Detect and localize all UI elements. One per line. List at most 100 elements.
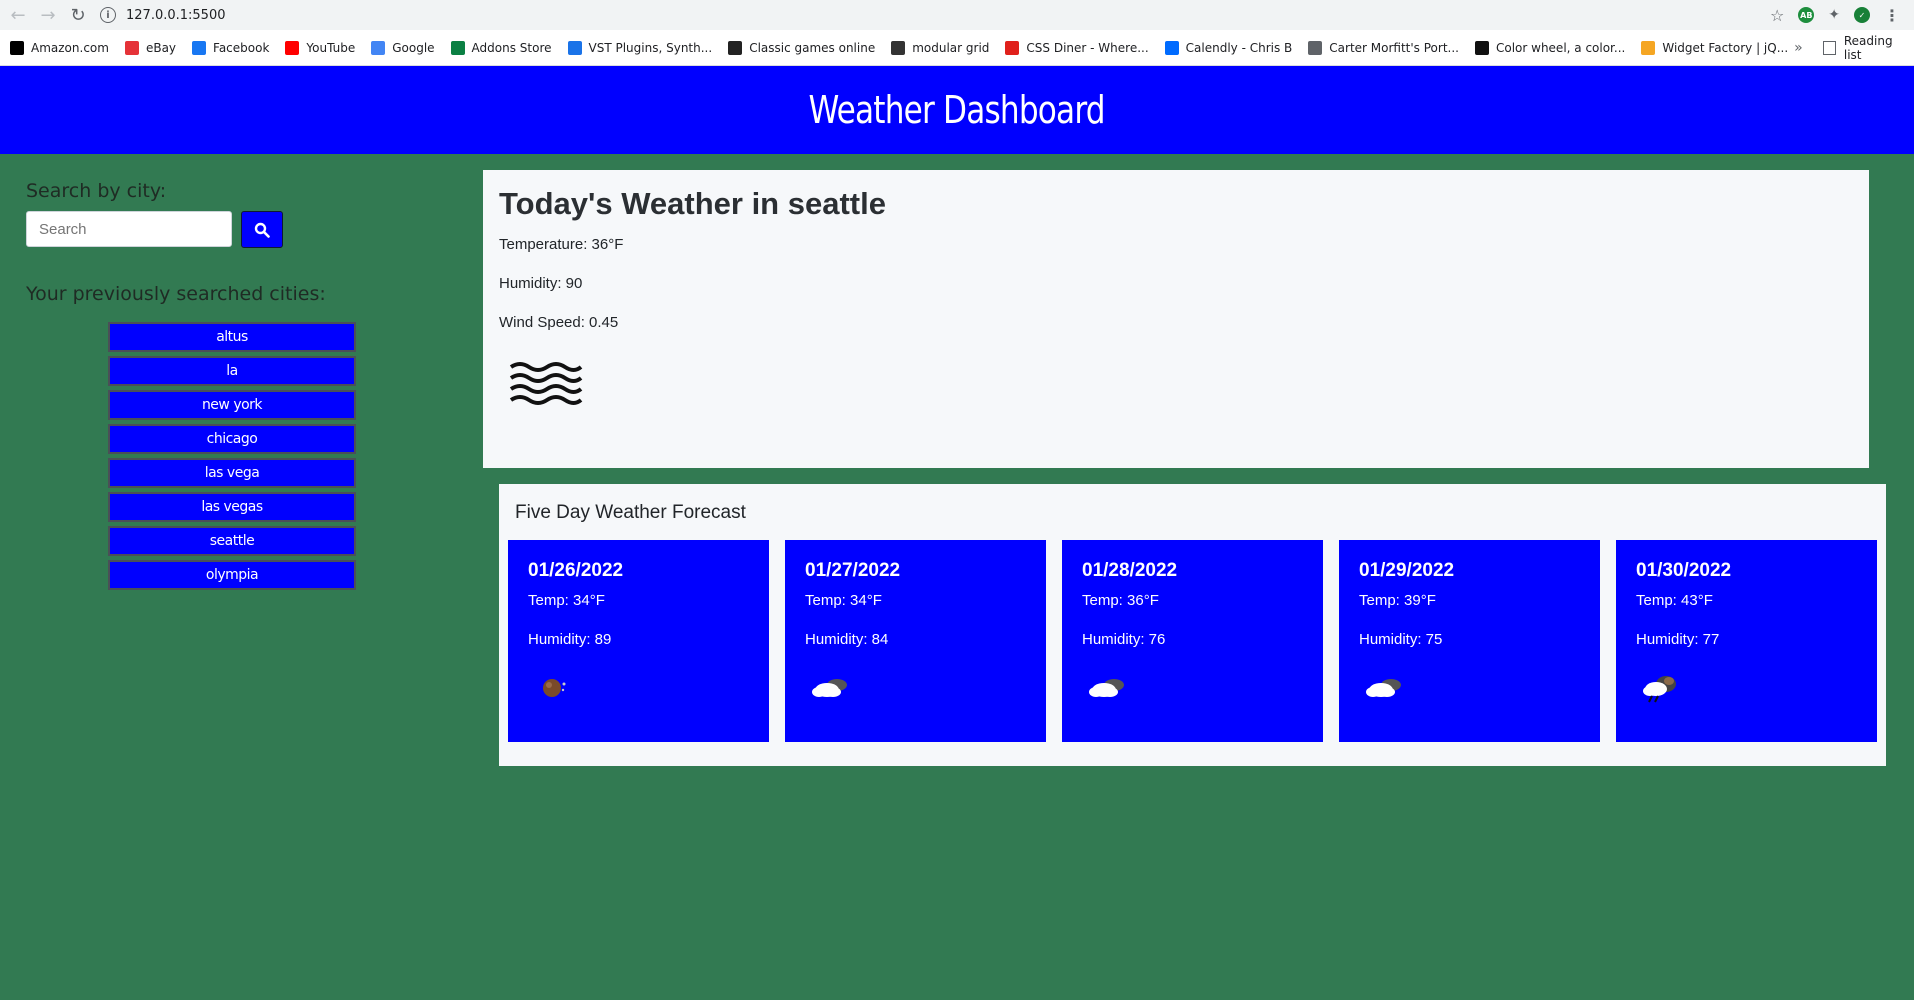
forecast-date: 01/27/2022 xyxy=(805,560,901,581)
city-history-button[interactable]: chicago xyxy=(108,424,356,454)
current-temperature: Temperature: 36°F xyxy=(499,236,624,253)
forecast-humidity: Humidity: 76 xyxy=(1082,631,1166,648)
city-history-list: altus la new york chicago las vega las vegas s… xyxy=(108,322,356,594)
search-label: Search by city: xyxy=(26,180,167,202)
site-info-icon[interactable]: i xyxy=(100,7,116,23)
bookmark-label: Classic games online xyxy=(749,40,876,55)
address-bar[interactable]: i 127.0.0.1:5500 xyxy=(100,3,1770,27)
back-arrow-icon[interactable]: ← xyxy=(6,3,30,27)
search-button[interactable] xyxy=(241,211,283,248)
bookmark-item[interactable]: Color wheel, a color... xyxy=(1474,40,1626,55)
url-text: 127.0.0.1:5500 xyxy=(126,7,226,23)
city-history-button[interactable]: seattle xyxy=(108,526,356,556)
bookmark-label: modular grid xyxy=(912,40,990,55)
bookmark-label: Carter Morfitt's Port... xyxy=(1329,40,1459,55)
forecast-card: 01/27/2022 Temp: 34°F Humidity: 84 xyxy=(785,540,1046,742)
bookmark-label: Google xyxy=(392,40,435,55)
reload-icon[interactable]: ↻ xyxy=(66,3,90,27)
forecast-temp: Temp: 39°F xyxy=(1359,592,1436,609)
bookmark-star-icon[interactable]: ☆ xyxy=(1770,6,1784,25)
bookmark-label: eBay xyxy=(145,40,177,55)
chrome-menu-icon[interactable]: ⋮ xyxy=(1884,6,1900,25)
bookmark-item[interactable]: YouTube xyxy=(285,40,356,55)
bookmark-item[interactable]: Calendly - Chris B xyxy=(1164,40,1293,55)
bookmark-item[interactable]: Facebook xyxy=(192,40,270,55)
city-history-button[interactable]: olympia xyxy=(108,560,356,590)
extensions-puzzle-icon[interactable]: ✦ xyxy=(1828,7,1840,23)
night-clear-icon xyxy=(528,666,584,706)
amazon-icon xyxy=(10,40,24,55)
globe-icon xyxy=(1308,40,1323,55)
forecast-temp: Temp: 34°F xyxy=(805,592,882,609)
facebook-icon xyxy=(192,40,207,55)
bookmark-item[interactable]: Carter Morfitt's Port... xyxy=(1308,40,1459,55)
city-history-button[interactable]: la xyxy=(108,356,356,386)
search-icon xyxy=(254,222,270,238)
bookmark-item[interactable]: Amazon.com xyxy=(10,40,109,55)
broken-clouds-icon xyxy=(1359,666,1415,706)
bookmark-label: Widget Factory | jQ... xyxy=(1662,40,1789,55)
bookmark-label: Facebook xyxy=(213,40,270,55)
bookmark-item[interactable]: Widget Factory | jQ... xyxy=(1641,40,1789,55)
forecast-card: 01/28/2022 Temp: 36°F Humidity: 76 xyxy=(1062,540,1323,742)
page-header: Weather Dashboard xyxy=(0,66,1914,154)
bookmark-item[interactable]: VST Plugins, Synth... xyxy=(567,40,712,55)
city-history-button[interactable]: las vegas xyxy=(108,492,356,522)
bookmarks-overflow-icon[interactable]: » xyxy=(1794,40,1803,56)
current-humidity: Humidity: 90 xyxy=(499,275,583,292)
forecast-temp: Temp: 34°F xyxy=(528,592,605,609)
forecast-humidity: Humidity: 84 xyxy=(805,631,889,648)
forecast-date: 01/28/2022 xyxy=(1082,560,1178,581)
extension-shield-icon[interactable]: ✓ xyxy=(1854,7,1871,23)
forecast-date: 01/26/2022 xyxy=(528,560,624,581)
broken-clouds-icon xyxy=(805,666,861,706)
city-history-button[interactable]: altus xyxy=(108,322,356,352)
extension-ab-icon[interactable]: AB xyxy=(1798,7,1815,23)
forward-arrow-icon[interactable]: → xyxy=(36,3,60,27)
search-input[interactable] xyxy=(26,211,232,247)
forecast-humidity: Humidity: 77 xyxy=(1636,631,1720,648)
youtube-icon xyxy=(285,40,300,55)
calendly-icon xyxy=(1164,40,1179,55)
bookmark-item[interactable]: Addons Store xyxy=(450,40,552,55)
forecast-date: 01/30/2022 xyxy=(1636,560,1732,581)
bookmark-item[interactable]: eBay xyxy=(124,40,177,55)
modulargrid-icon xyxy=(891,40,906,55)
forecast-cards: 01/26/2022 Temp: 34°F Humidity: 89 01/27/20… xyxy=(508,540,1877,742)
bookmark-item[interactable]: modular grid xyxy=(891,40,990,55)
cssdiner-icon xyxy=(1005,40,1020,55)
city-history-button[interactable]: new york xyxy=(108,390,356,420)
forecast-card: 01/30/2022 Temp: 43°F Humidity: 77 xyxy=(1616,540,1877,742)
bookmark-label: Calendly - Chris B xyxy=(1185,40,1293,55)
bookmark-label: CSS Diner - Where... xyxy=(1026,40,1149,55)
bookmark-item[interactable]: Google xyxy=(371,40,435,55)
vst-icon xyxy=(567,40,582,55)
bookmark-item[interactable]: CSS Diner - Where... xyxy=(1005,40,1149,55)
jquery-icon xyxy=(1641,40,1656,55)
forecast-panel: Five Day Weather Forecast 01/26/2022 Temp… xyxy=(499,484,1886,766)
forecast-humidity: Humidity: 89 xyxy=(528,631,612,648)
forecast-temp: Temp: 36°F xyxy=(1082,592,1159,609)
broken-clouds-icon xyxy=(1082,666,1138,706)
reading-list-button[interactable]: Reading list xyxy=(1822,33,1904,62)
rain-clouds-icon xyxy=(1636,666,1692,706)
bookmark-label: Color wheel, a color... xyxy=(1495,40,1626,55)
colorwheel-icon xyxy=(1474,40,1489,55)
page-title: Weather Dashboard xyxy=(808,88,1106,132)
bookmark-item[interactable]: Classic games online xyxy=(728,40,876,55)
history-label: Your previously searched cities: xyxy=(26,283,326,305)
reading-list-label: Reading list xyxy=(1843,33,1893,62)
forecast-date: 01/29/2022 xyxy=(1359,560,1455,581)
forecast-title: Five Day Weather Forecast xyxy=(515,502,746,523)
current-weather-title: Today's Weather in seattle xyxy=(499,186,886,221)
reading-list-icon xyxy=(1822,40,1836,55)
forecast-card: 01/26/2022 Temp: 34°F Humidity: 89 xyxy=(508,540,769,742)
forecast-card: 01/29/2022 Temp: 39°F Humidity: 75 xyxy=(1339,540,1600,742)
addons-icon xyxy=(450,40,465,55)
city-history-button[interactable]: las vega xyxy=(108,458,356,488)
browser-toolbar: ← → ↻ i 127.0.0.1:5500 ☆ AB ✦ ✓ ⋮ xyxy=(0,0,1914,30)
bookmarks-bar: Amazon.com eBay Facebook YouTube Google Addon… xyxy=(0,30,1914,66)
forecast-humidity: Humidity: 75 xyxy=(1359,631,1443,648)
bookmark-label: YouTube xyxy=(306,40,356,55)
mist-icon xyxy=(507,353,583,413)
